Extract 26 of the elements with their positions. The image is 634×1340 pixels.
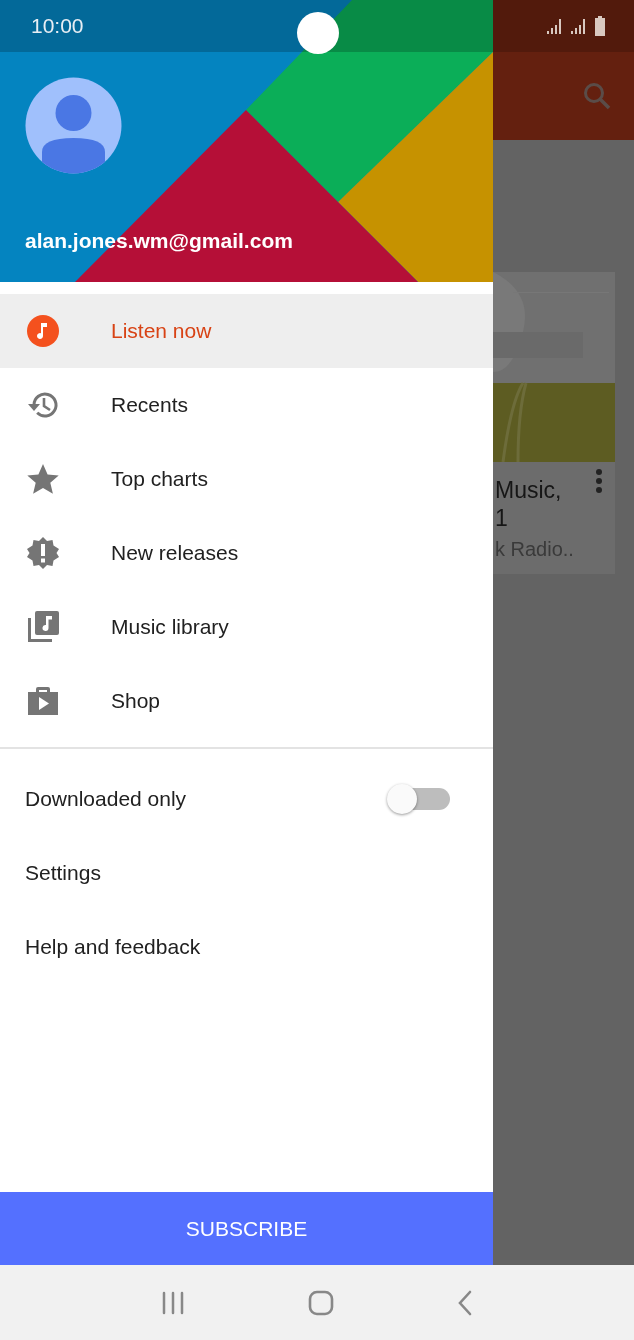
menu-item[interactable]: Settings bbox=[25, 861, 101, 885]
shopping-bag-icon bbox=[26, 684, 60, 718]
album-title: 1 bbox=[495, 504, 508, 532]
nav-item[interactable]: Top charts bbox=[0, 442, 493, 516]
avatar-icon[interactable] bbox=[25, 77, 122, 174]
battery-icon bbox=[594, 16, 606, 36]
subscribe-button[interactable]: SUBSCRIBE bbox=[0, 1192, 493, 1265]
menu-item[interactable]: Help and feedback bbox=[25, 935, 201, 959]
status-time: 10:00 bbox=[31, 14, 84, 38]
nav-item[interactable]: Listen now bbox=[0, 294, 493, 368]
nav-item[interactable]: Music library bbox=[0, 590, 493, 664]
home-icon[interactable] bbox=[308, 1289, 334, 1316]
nav-item[interactable]: New releases bbox=[0, 516, 493, 590]
star-icon bbox=[26, 462, 60, 496]
music-note-icon bbox=[26, 314, 60, 348]
back-icon[interactable] bbox=[456, 1289, 473, 1316]
nav-item[interactable]: Recents bbox=[0, 368, 493, 442]
setting-label: Downloaded only bbox=[25, 787, 187, 811]
alert-badge-icon bbox=[26, 536, 60, 570]
recent-apps-icon[interactable] bbox=[161, 1290, 186, 1315]
signal-icon bbox=[570, 17, 588, 35]
album-title: Music, bbox=[495, 476, 562, 504]
nav-item[interactable]: Shop bbox=[0, 664, 493, 738]
signal-icon bbox=[546, 17, 564, 35]
music-library-icon bbox=[26, 610, 60, 644]
more-options-icon[interactable] bbox=[595, 468, 603, 494]
